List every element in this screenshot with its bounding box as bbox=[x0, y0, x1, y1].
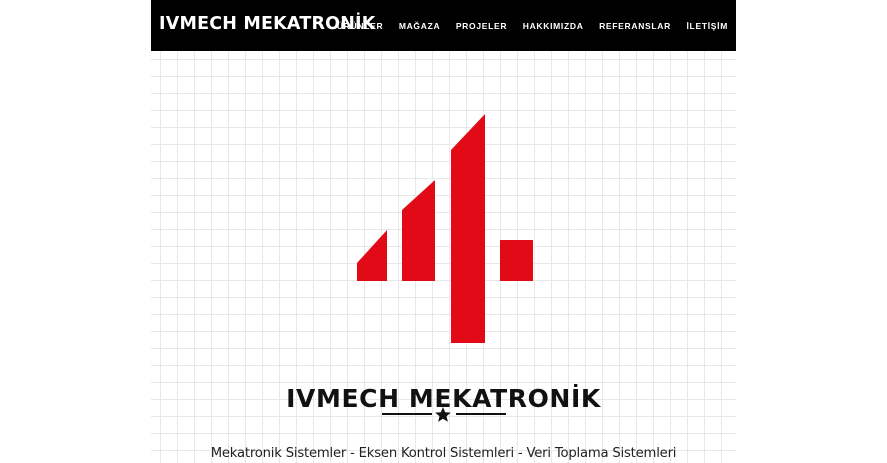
logo-block bbox=[500, 240, 533, 281]
site-container: IVMECH MEKATRONİK ÜRÜNLER MAĞAZA PROJELE… bbox=[151, 0, 736, 463]
logo-bar-medium bbox=[402, 180, 435, 281]
hero-tagline: Mekatronik Sistemler - Eksen Kontrol Sis… bbox=[210, 446, 677, 462]
title-divider bbox=[382, 407, 506, 422]
logo-bar-tall bbox=[451, 114, 485, 343]
divider-line-right bbox=[456, 413, 506, 415]
divider-line-left bbox=[382, 413, 432, 415]
browser-viewport: IVMECH MEKATRONİK ÜRÜNLER MAĞAZA PROJELE… bbox=[0, 0, 887, 463]
star-icon bbox=[435, 407, 451, 422]
logo-bar-small bbox=[357, 230, 387, 281]
